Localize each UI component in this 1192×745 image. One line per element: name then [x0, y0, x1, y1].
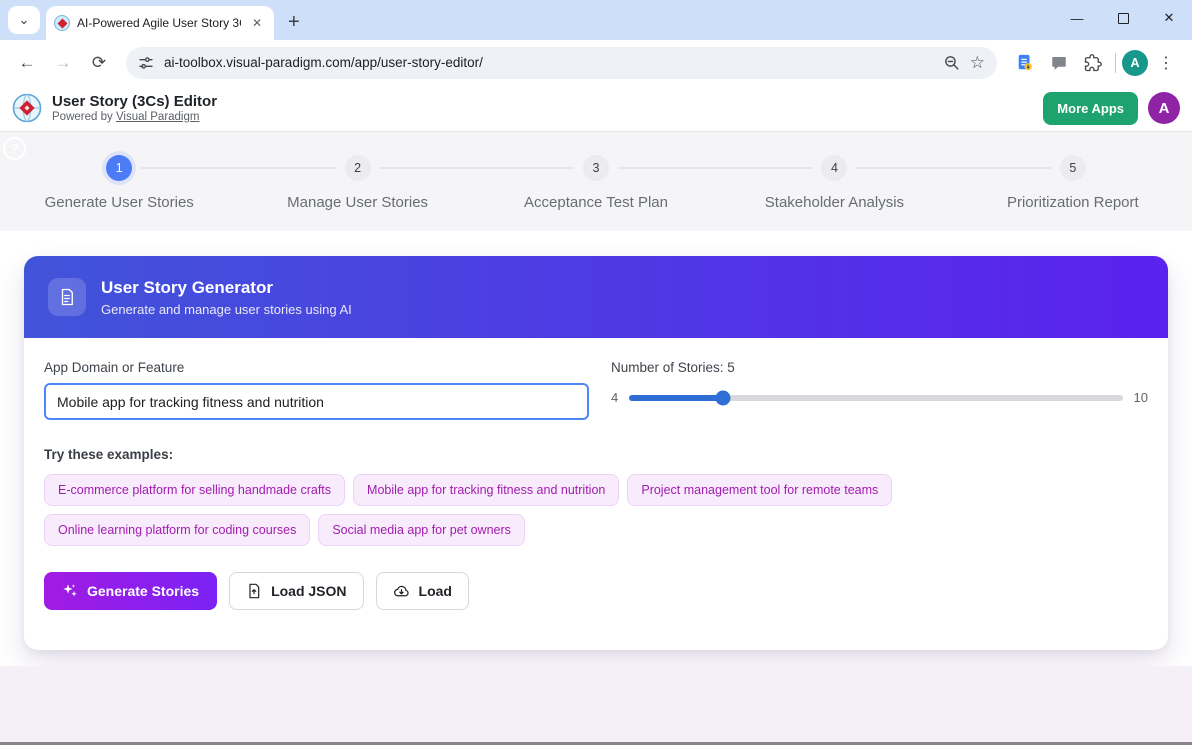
- browser-tab[interactable]: AI-Powered Agile User Story 3C ✕: [46, 6, 274, 40]
- docs-offline-icon[interactable]: [1009, 47, 1041, 79]
- banner-text: User Story Generator Generate and manage…: [101, 278, 352, 317]
- extensions-puzzle-icon[interactable]: [1077, 47, 1109, 79]
- maximize-button[interactable]: [1100, 0, 1146, 36]
- domain-field-group: App Domain or Feature: [44, 360, 589, 420]
- page-footer-space: [0, 666, 1192, 745]
- comment-icon[interactable]: [1043, 47, 1075, 79]
- app-title: User Story (3Cs) Editor: [52, 93, 217, 111]
- load-json-button[interactable]: Load JSON: [229, 572, 363, 610]
- example-chips: E-commerce platform for selling handmade…: [44, 474, 1148, 546]
- address-bar[interactable]: ai-toolbox.visual-paradigm.com/app/user-…: [126, 47, 997, 79]
- cloud-download-icon: [393, 583, 410, 600]
- user-story-generator-card: User Story Generator Generate and manage…: [24, 256, 1168, 650]
- user-avatar[interactable]: A: [1148, 92, 1180, 124]
- step-label: Manage User Stories: [238, 194, 476, 211]
- card-body: App Domain or Feature Number of Stories:…: [24, 338, 1168, 650]
- example-chip[interactable]: E-commerce platform for selling handmade…: [44, 474, 345, 506]
- step-generate-user-stories[interactable]: 1 Generate User Stories: [0, 155, 238, 211]
- document-icon: [48, 278, 86, 316]
- form-row: App Domain or Feature Number of Stories:…: [44, 360, 1148, 420]
- app-header-titles: User Story (3Cs) Editor Powered by Visua…: [52, 93, 217, 123]
- back-button[interactable]: ←: [10, 46, 44, 80]
- action-buttons: Generate Stories Load JSON Load: [44, 572, 1148, 610]
- example-chip[interactable]: Project management tool for remote teams: [627, 474, 892, 506]
- step-label: Generate User Stories: [0, 194, 238, 211]
- slider-max-label: 10: [1134, 390, 1148, 405]
- step-label: Acceptance Test Plan: [477, 194, 715, 211]
- forward-button[interactable]: →: [46, 46, 80, 80]
- app-header: User Story (3Cs) Editor Powered by Visua…: [0, 85, 1192, 132]
- browser-titlebar: ⌄ AI-Powered Agile User Story 3C ✕ + — ✕: [0, 0, 1192, 40]
- stories-count-label: Number of Stories: 5: [611, 360, 1148, 375]
- tab-close-icon[interactable]: ✕: [248, 14, 266, 32]
- zoom-out-icon[interactable]: [943, 54, 960, 71]
- step-number: 5: [1060, 155, 1086, 181]
- step-label: Stakeholder Analysis: [715, 194, 953, 211]
- new-tab-button[interactable]: +: [288, 12, 300, 32]
- browser-toolbar: ← → ⟳ ai-toolbox.visual-paradigm.com/app…: [0, 40, 1192, 85]
- visual-paradigm-favicon-icon: [54, 15, 70, 31]
- examples-label: Try these examples:: [44, 447, 1148, 462]
- tab-search-button[interactable]: ⌄: [8, 6, 40, 34]
- toolbar-divider: [1115, 53, 1116, 73]
- visual-paradigm-logo: [12, 93, 42, 123]
- visual-paradigm-link[interactable]: Visual Paradigm: [116, 111, 200, 123]
- browser-profile-avatar[interactable]: A: [1122, 50, 1148, 76]
- app-header-right: More Apps A: [1043, 92, 1180, 125]
- stories-field-group: Number of Stories: 5 4 10: [611, 360, 1148, 405]
- reload-button[interactable]: ⟳: [82, 46, 116, 80]
- browser-menu-kebab-icon[interactable]: ⋮: [1150, 47, 1182, 79]
- card-title: User Story Generator: [101, 278, 352, 298]
- slider-fill: [629, 395, 723, 401]
- main-section: User Story Generator Generate and manage…: [0, 231, 1192, 666]
- site-settings-tune-icon[interactable]: [138, 55, 154, 71]
- chevron-down-icon: ⌄: [19, 12, 30, 28]
- file-upload-icon: [246, 583, 262, 599]
- load-label: Load: [419, 583, 452, 599]
- maximize-icon: [1118, 13, 1129, 24]
- step-stakeholder-analysis[interactable]: 4 Stakeholder Analysis: [715, 155, 953, 211]
- card-banner: User Story Generator Generate and manage…: [24, 256, 1168, 338]
- step-prioritization-report[interactable]: 5 Prioritization Report: [954, 155, 1192, 211]
- generate-stories-label: Generate Stories: [87, 583, 199, 599]
- url-text[interactable]: ai-toolbox.visual-paradigm.com/app/user-…: [164, 55, 933, 70]
- step-number: 2: [345, 155, 371, 181]
- sparkles-icon: [62, 583, 78, 599]
- stepper: 1 Generate User Stories 2 Manage User St…: [0, 155, 1192, 211]
- powered-by: Powered by Visual Paradigm: [52, 111, 217, 123]
- domain-field-label: App Domain or Feature: [44, 360, 589, 375]
- example-chip[interactable]: Mobile app for tracking fitness and nutr…: [353, 474, 619, 506]
- stories-slider[interactable]: [629, 395, 1122, 401]
- tab-title: AI-Powered Agile User Story 3C: [77, 16, 241, 30]
- bookmark-star-icon[interactable]: ☆: [970, 53, 985, 73]
- minimize-button[interactable]: —: [1054, 0, 1100, 36]
- step-label: Prioritization Report: [954, 194, 1192, 211]
- generate-stories-button[interactable]: Generate Stories: [44, 572, 217, 610]
- step-number: 1: [106, 155, 132, 181]
- step-number: 4: [821, 155, 847, 181]
- powered-by-prefix: Powered by: [52, 111, 113, 123]
- example-chip[interactable]: Online learning platform for coding cour…: [44, 514, 310, 546]
- step-manage-user-stories[interactable]: 2 Manage User Stories: [238, 155, 476, 211]
- close-window-button[interactable]: ✕: [1146, 0, 1192, 36]
- slider-thumb[interactable]: [715, 390, 730, 405]
- load-json-label: Load JSON: [271, 583, 346, 599]
- domain-input[interactable]: [44, 383, 589, 420]
- more-apps-button[interactable]: More Apps: [1043, 92, 1138, 125]
- step-acceptance-test-plan[interactable]: 3 Acceptance Test Plan: [477, 155, 715, 211]
- example-chip[interactable]: Social media app for pet owners: [318, 514, 525, 546]
- slider-min-label: 4: [611, 390, 618, 405]
- window-controls: — ✕: [1054, 0, 1192, 36]
- load-button[interactable]: Load: [376, 572, 469, 610]
- stepper-section: ? 1 Generate User Stories 2 Manage User …: [0, 132, 1192, 231]
- card-subtitle: Generate and manage user stories using A…: [101, 302, 352, 317]
- step-number: 3: [583, 155, 609, 181]
- stories-slider-row: 4 10: [611, 390, 1148, 405]
